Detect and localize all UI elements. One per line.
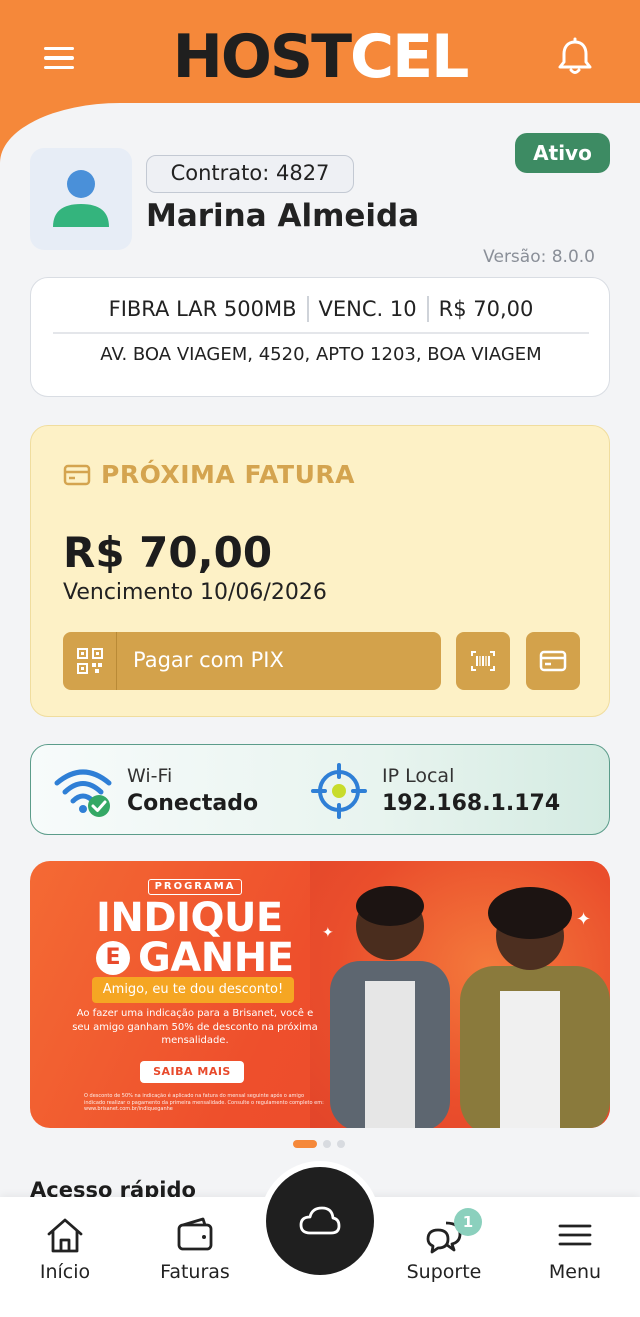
barcode-icon <box>471 651 495 671</box>
nav-menu-label: Menu <box>548 1261 602 1283</box>
brand-logo: HOSTCEL <box>172 22 470 92</box>
cloud-icon <box>299 1206 341 1235</box>
wallet-icon <box>177 1217 213 1251</box>
divider <box>306 296 309 322</box>
wifi-label: Wi-Fi <box>127 765 173 787</box>
wifi-status: Conectado <box>127 791 259 816</box>
nav-support-label: Suporte <box>406 1261 482 1283</box>
svg-text:✦: ✦ <box>576 909 591 930</box>
app-version: Versão: 8.0.0 <box>483 247 595 267</box>
banner-e-badge: E <box>96 941 130 975</box>
network-status-card: Wi-Fi Conectado IP Local 192.168.1.174 <box>30 744 610 835</box>
divider <box>53 332 589 334</box>
banner-fine-print: O desconto de 50% na indicação é aplicad… <box>84 1093 324 1112</box>
contract-number: Contrato: 4827 <box>146 155 354 193</box>
target-icon <box>311 763 367 819</box>
people-illustration: ✦ ✦ <box>322 886 610 1128</box>
user-icon <box>53 170 109 227</box>
credit-card-icon <box>539 650 567 672</box>
pay-with-pix-button[interactable]: Pagar com PIX <box>63 632 441 690</box>
status-badge: Ativo <box>515 133 610 173</box>
carousel-dot-active[interactable] <box>293 1140 317 1148</box>
customer-name: Marina Almeida <box>146 198 420 234</box>
plan-name: FIBRA LAR 500MB <box>108 297 297 321</box>
bell-icon <box>558 37 592 74</box>
carousel-dot[interactable] <box>323 1140 331 1148</box>
ip-label: IP Local <box>382 765 455 787</box>
wifi-icon <box>54 769 112 817</box>
cloud-action-button[interactable] <box>266 1167 374 1275</box>
pix-button-label: Pagar com PIX <box>133 648 284 672</box>
nav-invoices[interactable]: Faturas <box>140 1197 250 1297</box>
credit-card-icon <box>63 464 91 486</box>
learn-more-button[interactable]: SAIBA MAIS <box>140 1061 244 1083</box>
notifications-button[interactable] <box>553 36 597 80</box>
service-address: AV. BOA VIAGEM, 4520, APTO 1203, BOA VIA… <box>100 344 542 365</box>
nav-support[interactable]: Suporte <box>389 1197 499 1297</box>
menu-icon <box>558 1224 592 1246</box>
next-invoice-card: PRÓXIMA FATURA R$ 70,00 Vencimento 10/06… <box>30 425 610 717</box>
nav-invoices-label: Faturas <box>160 1261 230 1283</box>
invoice-amount: R$ 70,00 <box>63 528 273 577</box>
nav-menu[interactable]: Menu <box>520 1197 630 1297</box>
invoice-title: PRÓXIMA FATURA <box>101 460 356 489</box>
support-notification-badge: 1 <box>454 1208 482 1236</box>
barcode-button[interactable] <box>456 632 510 690</box>
banner-title-line2: GANHE <box>138 935 294 981</box>
ip-address: 192.168.1.174 <box>382 791 561 816</box>
nav-home[interactable]: Início <box>10 1197 120 1297</box>
plan-summary: FIBRA LAR 500MB VENC. 10 R$ 70,00 <box>31 292 611 326</box>
plan-due-day: VENC. 10 <box>318 297 417 321</box>
banner-body: Ao fazer uma indicação para a Brisanet, … <box>72 1008 318 1046</box>
banner-subtitle: Amigo, eu te dou desconto! <box>92 977 294 1003</box>
program-tag: PROGRAMA <box>148 879 242 895</box>
banner-photo: ✦ ✦ <box>310 861 610 1128</box>
card-payment-button[interactable] <box>526 632 580 690</box>
svg-text:✦: ✦ <box>322 925 334 941</box>
carousel-dot[interactable] <box>337 1140 345 1148</box>
promo-banner[interactable]: ✦ ✦ PROGRAMA INDIQUE E GANHE Amigo, eu t… <box>30 861 610 1128</box>
plan-card: FIBRA LAR 500MB VENC. 10 R$ 70,00 AV. BO… <box>30 277 610 397</box>
plan-price: R$ 70,00 <box>438 297 534 321</box>
invoice-due-date: Vencimento 10/06/2026 <box>63 580 327 605</box>
avatar <box>30 148 132 250</box>
carousel-indicator <box>293 1140 353 1150</box>
qr-code-icon <box>76 648 103 674</box>
home-icon <box>47 1218 83 1253</box>
divider <box>426 296 429 322</box>
nav-home-label: Início <box>39 1261 91 1283</box>
